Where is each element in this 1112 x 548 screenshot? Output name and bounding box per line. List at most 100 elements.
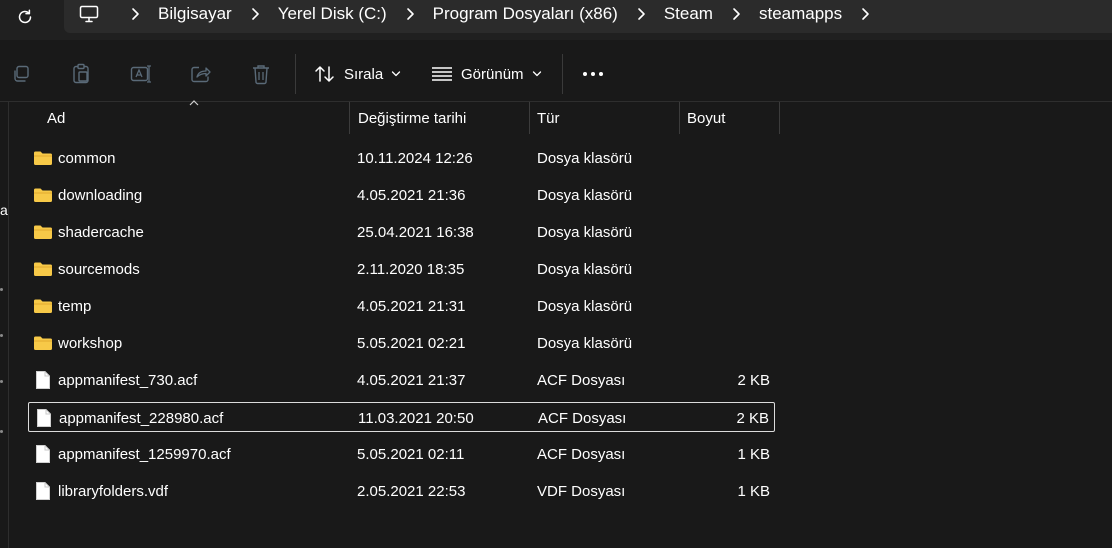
chevron-down-icon [532,70,542,78]
file-date: 2.11.2020 18:35 [357,260,465,278]
rename-icon[interactable] [129,62,153,86]
column-divider[interactable] [349,102,350,134]
column-divider[interactable] [779,102,780,134]
file-date: 11.03.2021 20:50 [358,409,474,427]
file-row[interactable]: libraryfolders.vdf 2.05.2021 22:53 VDF Dos… [28,476,775,506]
folder-icon [32,143,54,173]
file-date: 4.05.2021 21:36 [357,186,466,204]
file-icon [32,439,54,469]
refresh-icon [18,9,32,24]
refresh-button[interactable] [12,4,38,30]
sort-icon [315,66,334,82]
file-type: ACF Dosyası [538,409,627,427]
file-name: appmanifest_1259970.acf [58,445,231,463]
computer-icon[interactable] [78,4,100,24]
file-name: appmanifest_730.acf [58,371,198,389]
chevron-right-icon[interactable] [120,7,150,21]
file-type: Dosya klasörü [537,223,633,241]
command-bar [0,48,1112,100]
view-button[interactable]: Görünüm [431,62,542,86]
breadcrumb: Bilgisayar Yerel Disk (C:) Program Dosya… [78,2,886,26]
file-icon [33,403,55,433]
column-header-name[interactable]: Ad [47,102,347,134]
toolbar-divider [562,54,563,94]
chevron-right-icon[interactable] [240,7,270,21]
folder-icon [32,217,54,247]
nav-pane-text: a [0,202,8,218]
file-type: Dosya klasörü [537,260,633,278]
file-name: workshop [58,334,123,352]
chevron-right-icon[interactable] [721,7,751,21]
folder-icon [32,254,54,284]
chevron-right-icon[interactable] [850,7,880,21]
nav-pane-marker [0,334,3,337]
breadcrumb-item-program-files[interactable]: Program Dosyaları (x86) [431,4,620,24]
file-name: temp [58,297,92,315]
file-date: 10.11.2024 12:26 [357,149,473,167]
file-size: 2 KB [737,371,770,389]
file-row[interactable]: appmanifest_730.acf 4.05.2021 21:37 ACF Do… [28,365,775,395]
sort-label: Sırala [344,65,384,83]
file-row[interactable]: temp 4.05.2021 21:31 Dosya klasörü [28,291,775,321]
file-row[interactable]: downloading 4.05.2021 21:36 Dosya klasörü [28,180,775,210]
chevron-right-icon[interactable] [395,7,425,21]
file-name: sourcemods [58,260,140,278]
breadcrumb-item-computer[interactable]: Bilgisayar [156,4,234,24]
file-name: shadercache [58,223,144,241]
chevron-down-icon [391,70,401,78]
file-name: common [58,149,116,167]
column-header-size[interactable]: Boyut [687,102,777,134]
file-date: 5.05.2021 02:21 [357,334,466,352]
column-header-date[interactable]: Değiştirme tarihi [358,102,528,134]
nav-pane-marker [0,288,3,291]
folder-icon [32,180,54,210]
copy-icon[interactable] [9,62,33,86]
file-row[interactable]: sourcemods 2.11.2020 18:35 Dosya klasörü [28,254,775,284]
more-icon [583,72,603,76]
nav-pane-marker [0,380,3,383]
toolbar-divider [295,54,296,94]
column-header-name-label: Ad [47,109,66,127]
chevron-right-icon[interactable] [626,7,656,21]
file-type: Dosya klasörü [537,334,633,352]
paste-icon[interactable] [69,62,93,86]
folder-icon [32,328,54,358]
file-type: ACF Dosyası [537,371,626,389]
file-type: Dosya klasörü [537,149,633,167]
file-type: ACF Dosyası [537,445,626,463]
file-row[interactable]: appmanifest_228980.acf 11.03.2021 20:50 AC… [28,402,775,432]
breadcrumb-item-local-disk[interactable]: Yerel Disk (C:) [276,4,389,24]
file-size: 1 KB [737,445,770,463]
view-icon [432,67,452,81]
breadcrumb-item-steamapps[interactable]: steamapps [757,4,844,24]
file-row[interactable]: appmanifest_1259970.acf 5.05.2021 02:11 AC… [28,439,775,469]
delete-icon[interactable] [249,62,273,86]
file-date: 5.05.2021 02:11 [357,445,465,463]
column-header-type-label: Tür [537,109,560,127]
file-row[interactable]: workshop 5.05.2021 02:21 Dosya klasörü [28,328,775,358]
file-date: 25.04.2021 16:38 [357,223,474,241]
share-icon[interactable] [189,62,213,86]
column-divider[interactable] [679,102,680,134]
breadcrumb-item-steam[interactable]: Steam [662,4,715,24]
file-name: downloading [58,186,143,204]
file-icon [32,365,54,395]
column-header-type[interactable]: Tür [537,102,677,134]
more-options-button[interactable] [580,62,606,86]
file-type: VDF Dosyası [537,482,626,500]
file-type: Dosya klasörü [537,297,633,315]
file-row[interactable]: common 10.11.2024 12:26 Dosya klasörü [28,143,775,173]
file-icon [32,476,54,506]
column-header-size-label: Boyut [687,109,726,127]
file-name: libraryfolders.vdf [58,482,169,500]
view-label: Görünüm [461,65,524,83]
sort-button[interactable]: Sırala [314,62,401,86]
file-date: 4.05.2021 21:37 [357,371,466,389]
address-bar-row: Bilgisayar Yerel Disk (C:) Program Dosya… [0,0,1112,40]
file-row[interactable]: shadercache 25.04.2021 16:38 Dosya klasörü [28,217,775,247]
nav-pane-marker [0,430,3,433]
file-size: 1 KB [737,482,770,500]
folder-icon [32,291,54,321]
nav-pane-splitter[interactable] [8,102,9,548]
column-divider[interactable] [529,102,530,134]
